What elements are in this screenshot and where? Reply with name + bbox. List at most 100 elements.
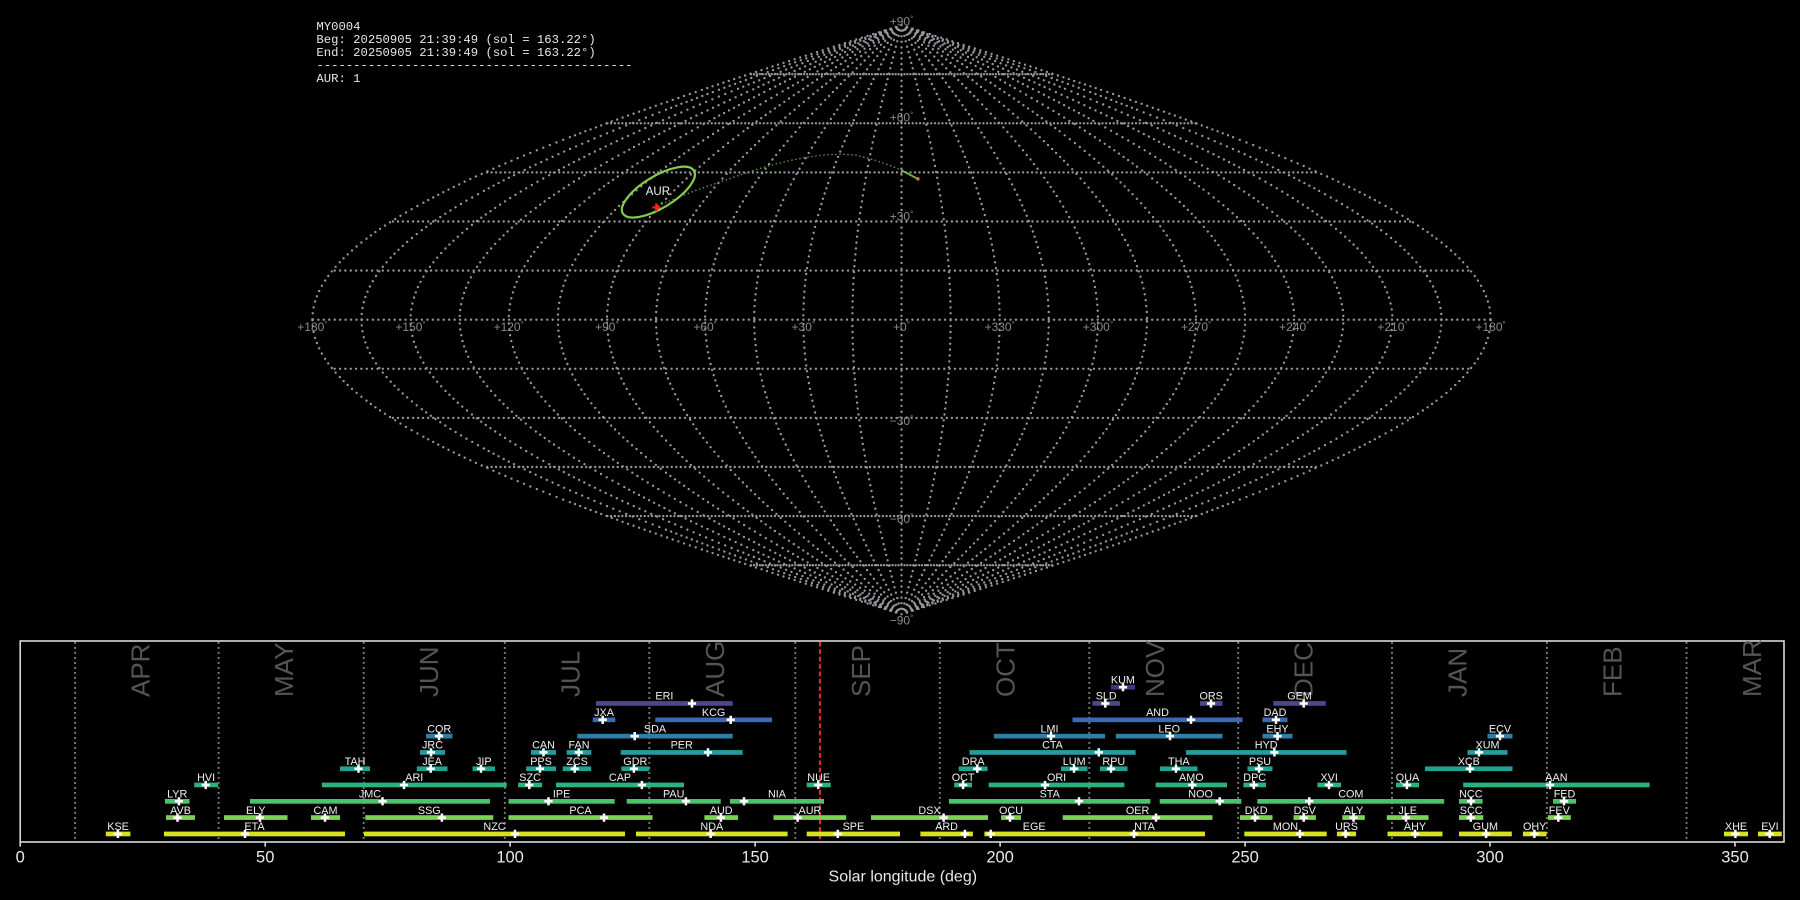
svg-text:JMC: JMC	[359, 789, 381, 801]
svg-text:AUR: AUR	[799, 805, 822, 817]
svg-text:SPE: SPE	[843, 821, 865, 833]
svg-text:NCC: NCC	[1459, 789, 1483, 801]
svg-text:250: 250	[1231, 849, 1259, 867]
svg-text:+90°: +90°	[595, 320, 619, 334]
svg-text:NUE: NUE	[807, 772, 830, 784]
svg-text:−90°: −90°	[890, 614, 914, 628]
svg-text:NIA: NIA	[768, 789, 787, 801]
svg-text:HYD: HYD	[1255, 740, 1278, 752]
svg-text:JRC: JRC	[422, 740, 443, 752]
svg-text:SLD: SLD	[1096, 691, 1117, 703]
svg-text:NTA: NTA	[1134, 821, 1156, 833]
svg-text:XCB: XCB	[1458, 756, 1480, 768]
svg-text:DRA: DRA	[962, 756, 986, 768]
svg-text:JXA: JXA	[594, 707, 615, 719]
svg-text:NDA: NDA	[700, 821, 724, 833]
svg-text:GDR: GDR	[623, 756, 647, 768]
svg-text:+300°: +300°	[1083, 320, 1113, 334]
svg-text:DSX: DSX	[918, 805, 940, 817]
svg-text:GEM: GEM	[1287, 691, 1312, 703]
svg-text:−30°: −30°	[890, 414, 914, 428]
svg-text:PPS: PPS	[530, 756, 552, 768]
svg-text:50: 50	[256, 849, 274, 867]
svg-text:PSU: PSU	[1249, 756, 1271, 768]
svg-text:+30°: +30°	[890, 210, 914, 224]
svg-text:JIP: JIP	[476, 756, 492, 768]
svg-text:EVI: EVI	[1761, 821, 1778, 833]
svg-text:LEO: LEO	[1158, 723, 1180, 735]
svg-text:AAN: AAN	[1545, 772, 1567, 784]
svg-text:STA: STA	[1040, 789, 1061, 801]
svg-text:DSV: DSV	[1294, 805, 1317, 817]
svg-text:+150°: +150°	[395, 320, 425, 334]
svg-text:JEA: JEA	[422, 756, 443, 768]
svg-text:OER: OER	[1126, 805, 1150, 817]
svg-text:KCG: KCG	[702, 707, 725, 719]
svg-text:+120°: +120°	[494, 320, 524, 334]
svg-text:AND: AND	[1146, 707, 1169, 719]
svg-text:RPU: RPU	[1102, 756, 1125, 768]
svg-text:EGE: EGE	[1023, 821, 1046, 833]
svg-text:AUD: AUD	[710, 805, 733, 817]
svg-text:LUM: LUM	[1063, 756, 1086, 768]
svg-text:AUG: AUG	[700, 641, 730, 697]
svg-text:+60°: +60°	[693, 320, 717, 334]
svg-text:EHY: EHY	[1266, 723, 1288, 735]
svg-text:Beg: 20250905 21:39:49 (sol =: Beg: 20250905 21:39:49 (sol = 163.22°)	[316, 33, 595, 47]
svg-text:OCT: OCT	[952, 772, 975, 784]
svg-text:OCU: OCU	[999, 805, 1023, 817]
svg-text:ORS: ORS	[1199, 691, 1222, 703]
svg-text:100: 100	[496, 849, 524, 867]
svg-text:TAH: TAH	[345, 756, 366, 768]
svg-text:LMI: LMI	[1041, 723, 1059, 735]
svg-text:+60°: +60°	[890, 110, 914, 124]
svg-text:CAM: CAM	[314, 805, 338, 817]
svg-text:+330°: +330°	[985, 320, 1015, 334]
svg-text:THA: THA	[1168, 756, 1190, 768]
svg-text:MAY: MAY	[269, 643, 299, 697]
svg-text:DPC: DPC	[1243, 772, 1266, 784]
svg-text:CAN: CAN	[532, 740, 555, 752]
svg-text:−60°: −60°	[890, 512, 914, 526]
svg-text:CTA: CTA	[1042, 740, 1064, 752]
svg-text:DKD: DKD	[1245, 805, 1268, 817]
svg-text:APR: APR	[126, 644, 156, 697]
svg-text:FAN: FAN	[569, 740, 590, 752]
svg-text:NOO: NOO	[1188, 789, 1213, 801]
svg-text:MAR: MAR	[1737, 639, 1767, 697]
svg-text:KSE: KSE	[107, 821, 129, 833]
svg-text:OHY: OHY	[1523, 821, 1546, 833]
svg-text:Solar longitude (deg): Solar longitude (deg)	[829, 869, 978, 886]
svg-text:0: 0	[16, 849, 25, 867]
svg-text:ARD: ARD	[935, 821, 958, 833]
svg-text:+30°: +30°	[792, 320, 816, 334]
svg-text:ALY: ALY	[1344, 805, 1364, 817]
svg-text:AHY: AHY	[1404, 821, 1426, 833]
svg-text:+270°: +270°	[1181, 320, 1211, 334]
svg-text:ORI: ORI	[1047, 772, 1066, 784]
svg-text:CAP: CAP	[609, 772, 631, 784]
svg-text:150: 150	[741, 849, 769, 867]
svg-text:JUL: JUL	[555, 651, 585, 697]
svg-text:PAU: PAU	[663, 789, 684, 801]
svg-text:SDA: SDA	[644, 723, 667, 735]
svg-text:ELY: ELY	[246, 805, 266, 817]
svg-text:ZCS: ZCS	[566, 756, 588, 768]
svg-text:LYR: LYR	[167, 789, 187, 801]
svg-text:FED: FED	[1554, 789, 1576, 801]
svg-text:SZC: SZC	[519, 772, 541, 784]
svg-text:NOV: NOV	[1140, 640, 1170, 697]
svg-text:350: 350	[1721, 849, 1749, 867]
svg-text:ARI: ARI	[405, 772, 423, 784]
svg-text:OCT: OCT	[990, 642, 1020, 697]
svg-text:XUM: XUM	[1476, 740, 1500, 752]
svg-text:+210°: +210°	[1377, 320, 1407, 334]
svg-text:JLE: JLE	[1398, 805, 1417, 817]
svg-text:ETA: ETA	[244, 821, 265, 833]
svg-text:AMO: AMO	[1179, 772, 1204, 784]
svg-text:DAD: DAD	[1264, 707, 1287, 719]
svg-text:AUR: 1: AUR: 1	[316, 72, 360, 86]
svg-text:HVI: HVI	[197, 772, 215, 784]
svg-text:NZC: NZC	[483, 821, 505, 833]
svg-text:PER: PER	[671, 740, 693, 752]
